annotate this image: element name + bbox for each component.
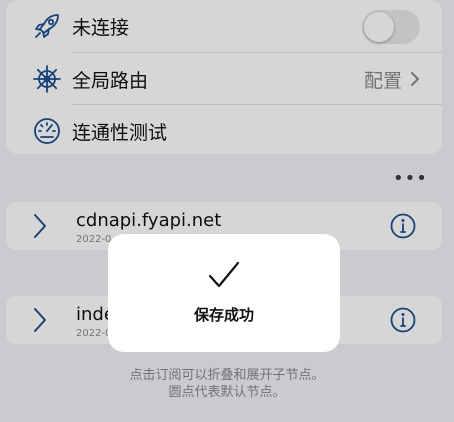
toast-message: 保存成功 (193, 306, 254, 324)
checkmark-icon (208, 261, 240, 288)
toast-dialog: 保存成功 (108, 234, 340, 352)
modal-overlay (0, 0, 454, 422)
